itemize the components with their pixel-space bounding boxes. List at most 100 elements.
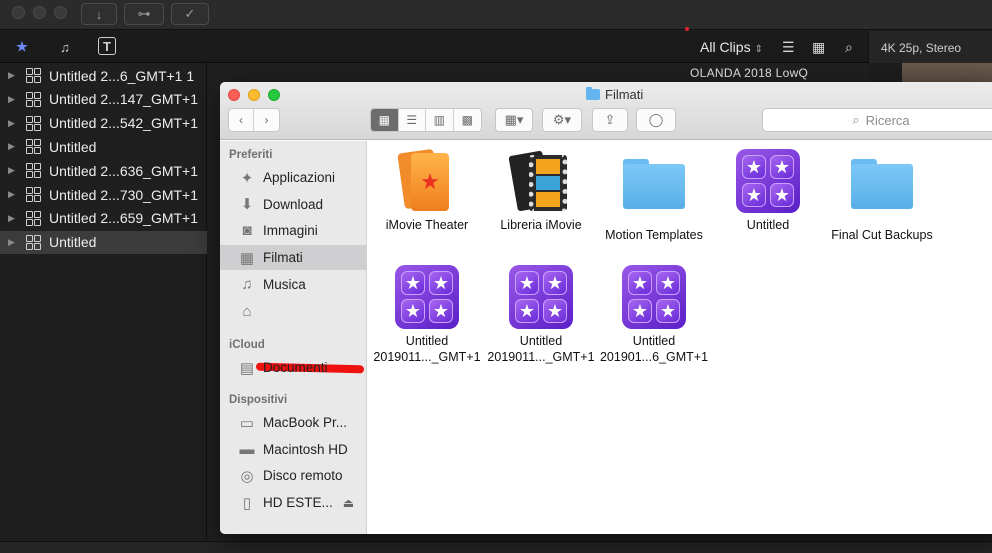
file-item[interactable]: ★ iMovie Theater <box>368 148 486 233</box>
library-label: Untitled 2...542_GMT+1 <box>49 115 199 132</box>
icon-view-button[interactable]: ▦ <box>371 109 399 131</box>
clip-name: OLANDA 2018 LowQ <box>690 66 809 80</box>
group-by-button[interactable]: ▦▾ <box>495 108 533 132</box>
apps-icon: ✦ <box>240 169 254 187</box>
file-item[interactable]: Libreria iMovie <box>482 149 600 233</box>
disclosure-triangle-icon[interactable]: ▶ <box>8 237 16 248</box>
download-icon: ⬇ <box>240 196 254 214</box>
sidebar-item[interactable]: ◙ Immagini <box>220 218 367 243</box>
file-item[interactable]: ★ ★ ★ ★ Untitled 2019011..._GMT+1 <box>368 265 486 365</box>
file-name-line2: 2019011..._GMT+1 <box>487 350 595 364</box>
library-label: Untitled 2...6_GMT+1 1 <box>49 67 195 84</box>
favorites-header: Preferiti <box>229 149 273 161</box>
sidebar-item-label: Musica <box>263 276 306 292</box>
library-bar: ★ ♫ T All Clips ⇕ ☰ ▦ ⌕ <box>0 31 992 63</box>
sidebar-item-label: HD ESTE... <box>263 495 333 511</box>
back-button[interactable]: ‹ <box>229 109 255 131</box>
eject-icon[interactable]: ⏏ <box>343 496 354 510</box>
tags-button[interactable]: ◯ <box>636 108 676 132</box>
sidebar-item[interactable]: ▬ Macintosh HD <box>220 437 367 462</box>
file-item[interactable]: ★ ★ ★ ★ Untitled 2019011..._GMT+1 <box>482 265 600 365</box>
file-item[interactable]: Final Cut Backups <box>823 149 941 243</box>
background-tasks-button[interactable]: ✓ <box>171 3 209 25</box>
sidebar-item[interactable]: ▯ HD ESTE... ⏏ <box>220 490 367 515</box>
forward-button[interactable]: › <box>254 109 279 131</box>
disclosure-triangle-icon[interactable]: ▶ <box>8 165 16 176</box>
sidebar-item[interactable]: ⌂ <box>220 299 367 324</box>
libraries-icon[interactable]: ★ <box>12 37 32 57</box>
action-button[interactable]: ⚙▾ <box>542 108 582 132</box>
column-view-button[interactable]: ▥ <box>426 109 454 131</box>
key-icon: ⊶ <box>137 6 151 21</box>
search-field[interactable]: ⌕ Ricerca <box>762 108 992 132</box>
library-row[interactable]: ▶ Untitled 2...659_GMT+1 <box>0 207 207 230</box>
clip-appearance-icon[interactable]: ☰ <box>782 39 795 56</box>
import-button[interactable]: ↓ <box>81 3 117 25</box>
sidebar-item[interactable]: ▤ Documenti <box>220 355 367 380</box>
disclosure-triangle-icon[interactable]: ▶ <box>8 141 16 152</box>
share-button[interactable]: ⇪ <box>592 108 628 132</box>
share-icon: ⇪ <box>604 112 616 127</box>
library-row[interactable]: ▶ Untitled 2...730_GMT+1 <box>0 183 207 206</box>
finder-toolbar: Filmati ‹ › ▦ ☰ ▥ ▩ ▦▾ ⚙▾ ⇪ ◯ ⌕ Ricerca <box>220 82 992 140</box>
library-label: Untitled 2...636_GMT+1 <box>49 162 199 179</box>
zoom-button[interactable] <box>268 89 280 101</box>
file-name: iMovie Theater <box>385 218 469 232</box>
document-icon: ▤ <box>239 359 255 377</box>
sidebar-item-label: Disco remoto <box>263 468 343 484</box>
sidebar-item[interactable]: ✦ Applicazioni <box>220 165 367 190</box>
theater-icon: ★ <box>395 148 459 213</box>
folder-icon <box>586 87 600 100</box>
chevron-left-icon: ‹ <box>239 113 243 127</box>
library-row[interactable]: ▶ Untitled 2...542_GMT+1 <box>0 112 207 135</box>
file-name: Motion Templates <box>605 228 703 242</box>
clip-filter-dropdown[interactable]: All Clips ⇕ <box>700 39 763 55</box>
sidebar-item[interactable]: ◎ Disco remoto <box>220 463 367 488</box>
arrange-icon: ▦▾ <box>504 112 524 127</box>
sidebar-item[interactable]: ⬇ Download <box>220 192 367 217</box>
disclosure-triangle-icon[interactable]: ▶ <box>8 189 16 200</box>
library-row[interactable]: ▶ Untitled <box>0 135 207 158</box>
keywords-button[interactable]: ⊶ <box>124 3 164 25</box>
folder-icon <box>850 159 914 223</box>
imovie-library-icon: ★ ★ ★ ★ <box>736 149 800 213</box>
gallery-view-button[interactable]: ▩ <box>454 109 481 131</box>
sidebar-item[interactable]: ♫ Musica <box>220 272 367 297</box>
imovie-library-icon: ★ ★ ★ ★ <box>509 265 573 329</box>
library-row[interactable]: ▶ Untitled 2...6_GMT+1 1 <box>0 64 207 87</box>
sidebar-item[interactable]: ▦ Filmati <box>220 245 367 271</box>
timeline-bar <box>0 541 992 553</box>
checkmark-icon: ✓ <box>184 6 196 21</box>
zoom-button-inactive[interactable] <box>54 6 67 19</box>
film-library-icon <box>508 149 573 213</box>
view-mode-control: ▦ ☰ ▥ ▩ <box>370 108 482 132</box>
disclosure-triangle-icon[interactable]: ▶ <box>8 94 16 105</box>
library-row[interactable]: ▶ Untitled 2...147_GMT+1 <box>0 88 207 111</box>
close-button[interactable] <box>228 89 240 101</box>
download-arrow-icon: ↓ <box>95 6 103 22</box>
library-icon <box>26 210 41 226</box>
disclosure-triangle-icon[interactable]: ▶ <box>8 70 16 81</box>
search-placeholder: Ricerca <box>865 112 910 128</box>
sidebar-item[interactable]: ▭ MacBook Pr... <box>220 410 367 435</box>
file-item[interactable]: ★ ★ ★ ★ Untitled 201901...6_GMT+1 <box>595 265 713 365</box>
photos-audio-icon[interactable]: ♫ <box>55 37 75 57</box>
search-icon[interactable]: ⌕ <box>845 39 853 56</box>
tag-icon: ◯ <box>648 112 664 127</box>
laptop-icon: ▭ <box>239 414 255 432</box>
library-row[interactable]: ▶ Untitled <box>0 230 207 254</box>
filmstrip-icon[interactable]: ▦ <box>812 39 825 56</box>
disclosure-triangle-icon[interactable]: ▶ <box>8 118 16 129</box>
minimize-button-inactive[interactable] <box>33 6 46 19</box>
library-icon <box>26 187 41 202</box>
titles-icon[interactable]: T <box>98 37 116 55</box>
file-item[interactable]: Motion Templates <box>595 149 713 243</box>
file-item[interactable]: ★ ★ ★ ★ Untitled <box>709 149 827 233</box>
fcp-toolbar: ↓ ⊶ ✓ <box>0 0 992 31</box>
minimize-button[interactable] <box>248 89 260 101</box>
window-title: Filmati <box>586 87 643 102</box>
close-button-inactive[interactable] <box>12 6 25 19</box>
library-row[interactable]: ▶ Untitled 2...636_GMT+1 <box>0 159 207 182</box>
disclosure-triangle-icon[interactable]: ▶ <box>8 213 16 224</box>
list-view-button[interactable]: ☰ <box>399 109 426 131</box>
